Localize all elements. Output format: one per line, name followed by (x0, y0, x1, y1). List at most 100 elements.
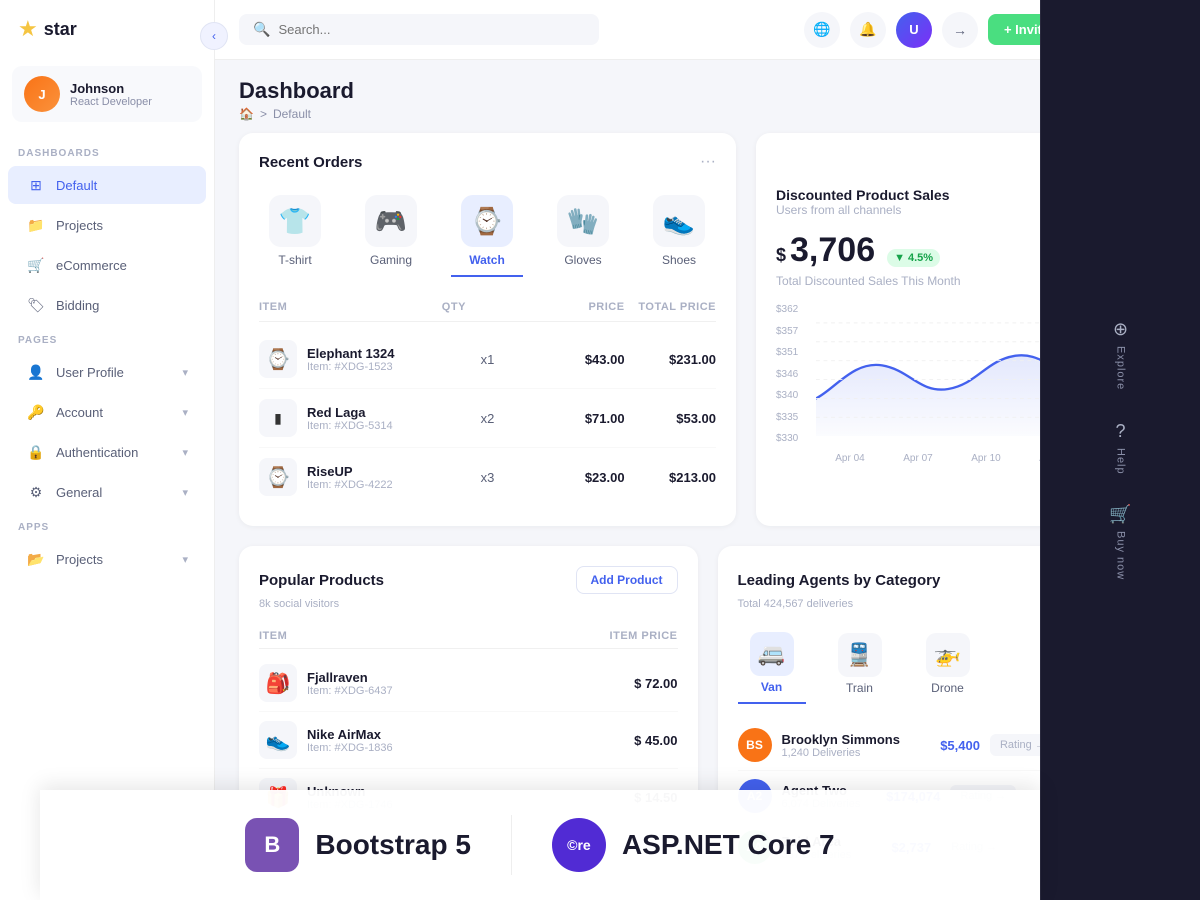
sidebar-item-account[interactable]: 🔑 Account ▾ (8, 393, 206, 431)
overlay-footer: B Bootstrap 5 ©re ASP.NET Core 7 (40, 790, 1040, 900)
avatar: J (24, 76, 60, 112)
aspnet-label: ASP.NET Core 7 (622, 829, 835, 861)
sidebar-item-ecommerce[interactable]: 🛒 eCommerce (8, 246, 206, 284)
search-box[interactable]: 🔍 (239, 14, 599, 45)
item-info: 🎒 Fjallraven Item: #XDG-6437 (259, 664, 538, 702)
tab-train[interactable]: 🚆 Train (826, 625, 894, 703)
folder-icon: 📁 (26, 215, 46, 235)
badge-value: 4.5% (908, 252, 933, 264)
chart-x-label: Apr 10 (971, 453, 1000, 464)
tag-icon: 🏷 (26, 295, 46, 315)
item-name: Elephant 1324 (307, 346, 394, 361)
card-menu-icon[interactable]: ··· (700, 153, 716, 171)
sidebar-item-user-profile[interactable]: 👤 User Profile ▾ (8, 353, 206, 391)
user-name: Johnson (70, 81, 152, 96)
item-sku: Item: #XDG-4222 (307, 479, 393, 491)
chart-y-label: $346 (776, 369, 798, 380)
tab-shoes[interactable]: 👟 Shoes (643, 187, 715, 277)
chart-y-label: $340 (776, 390, 798, 401)
buy-panel-item[interactable]: 🛒 Buy now (1109, 504, 1131, 580)
pages-section-label: PAGES (0, 325, 214, 352)
tab-gloves[interactable]: 🧤 Gloves (547, 187, 619, 277)
item-total: $53.00 (625, 411, 716, 426)
bootstrap-icon: B (245, 818, 299, 872)
item-price: $23.00 (533, 470, 624, 485)
key-icon: 🔑 (26, 402, 46, 422)
item-name: Fjallraven (307, 670, 393, 685)
item-info: ▮ Red Laga Item: #XDG-5314 (259, 399, 442, 437)
search-input[interactable] (278, 22, 585, 37)
chevron-down-icon: ▾ (182, 486, 188, 499)
agent-details: Brooklyn Simmons 1,240 Deliveries (782, 732, 900, 759)
bootstrap-item: B Bootstrap 5 (205, 798, 511, 892)
drone-icon: 🚁 (926, 633, 970, 677)
collapse-sidebar-button[interactable]: ‹ (200, 22, 228, 50)
chevron-down-icon: ▾ (182, 406, 188, 419)
agent-name: Brooklyn Simmons (782, 732, 900, 747)
tab-tshirt[interactable]: 👕 T-shirt (259, 187, 331, 277)
item-qty: x3 (442, 470, 533, 485)
sidebar-item-label: Authentication (56, 445, 138, 460)
sidebar-item-bidding[interactable]: 🏷 Bidding (8, 286, 206, 324)
right-panel: ⊕ Explore ? Help 🛒 Buy now (1040, 0, 1200, 900)
globe-icon-button[interactable]: 🌐 (804, 12, 840, 48)
sidebar-item-general[interactable]: ⚙ General ▾ (8, 473, 206, 511)
item-image: 🎒 (259, 664, 297, 702)
item-price: $ 72.00 (538, 676, 678, 691)
sidebar-item-projects[interactable]: 📁 Projects (8, 206, 206, 244)
recent-orders-card: Recent Orders ··· 👕 T-shirt 🎮 Gaming ⌚ W… (239, 133, 736, 526)
lock-icon: 🔒 (26, 442, 46, 462)
explore-panel-item[interactable]: ⊕ Explore (1113, 319, 1128, 390)
section-subtitle: 8k social visitors (259, 598, 678, 610)
sidebar-item-authentication[interactable]: 🔒 Authentication ▾ (8, 433, 206, 471)
van-icon: 🚐 (750, 632, 794, 676)
tab-drone[interactable]: 🚁 Drone (914, 625, 982, 703)
item-sku: Item: #XDG-5314 (307, 420, 393, 432)
chart-y-label: $351 (776, 347, 798, 358)
sidebar-item-label: Default (56, 178, 97, 193)
item-price: $ 45.00 (538, 733, 678, 748)
sidebar-item-label: Projects (56, 552, 103, 567)
tab-watch[interactable]: ⌚ Watch (451, 187, 523, 277)
table-row: ⌚ Elephant 1324 Item: #XDG-1523 x1 $43.0… (259, 330, 716, 389)
item-sku: Item: #XDG-1523 (307, 361, 394, 373)
notification-icon-button[interactable]: 🔔 (850, 12, 886, 48)
cart-icon: 🛒 (26, 255, 46, 275)
item-price: $43.00 (533, 352, 624, 367)
aspnet-icon: ©re (552, 818, 606, 872)
table-row: ⌚ RiseUP Item: #XDG-4222 x3 $23.00 $213.… (259, 448, 716, 506)
sidebar-item-label: Account (56, 405, 103, 420)
tshirt-icon: 👕 (269, 195, 321, 247)
tab-label: T-shirt (278, 253, 311, 267)
avatar-initials: J (38, 87, 45, 102)
logo: ★ star (0, 0, 214, 58)
user-profile-card[interactable]: J Johnson React Developer (12, 66, 202, 122)
add-product-button[interactable]: Add Product (576, 566, 678, 594)
col-price: ITEM PRICE (538, 630, 678, 642)
gloves-icon: 🧤 (557, 195, 609, 247)
sidebar-item-apps-projects[interactable]: 📂 Projects ▾ (8, 540, 206, 578)
item-qty: x1 (442, 352, 533, 367)
arrow-right-icon-button[interactable]: → (942, 12, 978, 48)
tab-van[interactable]: 🚐 Van (738, 624, 806, 704)
help-panel-item[interactable]: ? Help (1115, 421, 1127, 475)
dashboards-section-label: DASHBOARDS (0, 138, 214, 165)
chevron-down-icon: ▾ (182, 553, 188, 566)
logo-icon: ★ (18, 16, 38, 42)
chevron-down-icon: ▾ (182, 446, 188, 459)
table-row: ▮ Red Laga Item: #XDG-5314 x2 $71.00 $53… (259, 389, 716, 448)
table-header: ITEM QTY PRICE TOTAL PRICE (259, 293, 716, 322)
sidebar-item-label: Projects (56, 218, 103, 233)
tab-gaming[interactable]: 🎮 Gaming (355, 187, 427, 277)
bootstrap-letter: B (264, 832, 280, 858)
gaming-icon: 🎮 (365, 195, 417, 247)
train-icon: 🚆 (838, 633, 882, 677)
sidebar-item-default[interactable]: ⊞ Default (8, 166, 206, 204)
item-qty: x2 (442, 411, 533, 426)
sidebar-item-label: User Profile (56, 365, 124, 380)
watch-icon: ⌚ (461, 195, 513, 247)
chart-x-label: Apr 07 (903, 453, 932, 464)
topbar-avatar[interactable]: U (896, 12, 932, 48)
agent-earnings: $5,400 (910, 738, 980, 753)
card-title: Recent Orders (259, 154, 362, 171)
